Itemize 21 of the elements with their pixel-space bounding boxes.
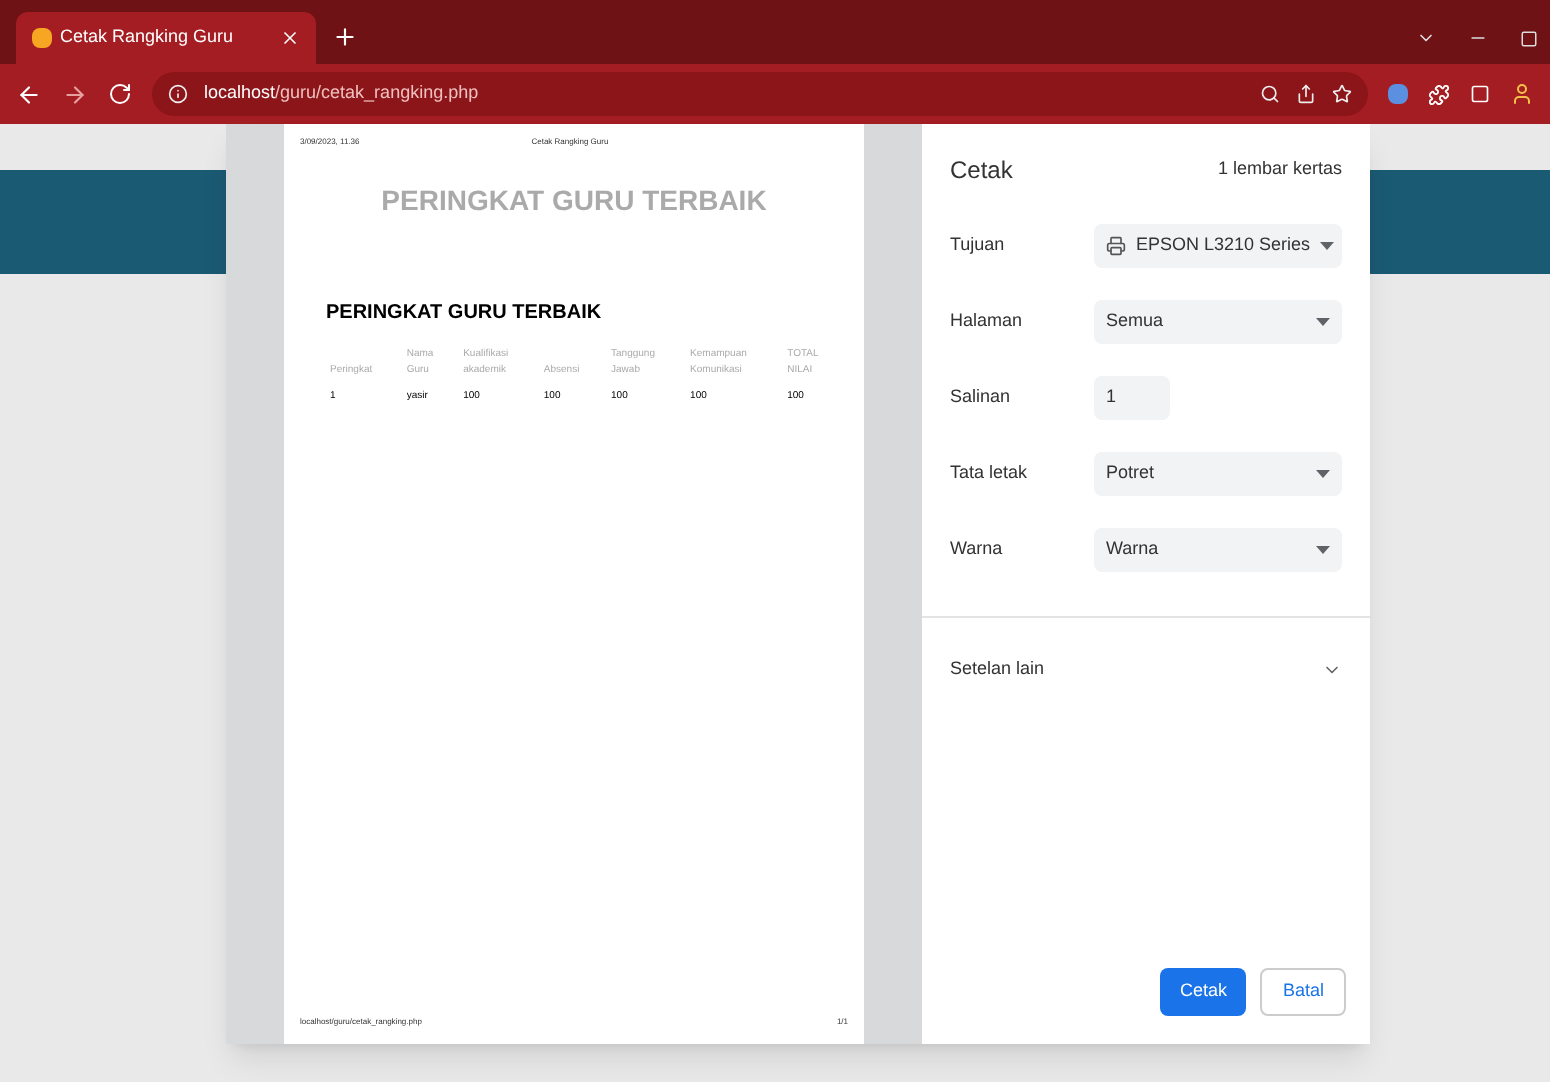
browser-tab[interactable]: Cetak Rangking Guru [16,12,316,64]
setting-label: Tujuan [950,232,1007,259]
address-bar[interactable]: localhost/guru/cetak_rangking.php [152,72,1368,116]
copies-field[interactable]: 1 [1094,376,1170,420]
setting-dropdown[interactable]: EPSON L3210 Series [1094,224,1342,268]
url-text: localhost/guru/cetak_rangking.php [204,80,479,107]
dialog-title: Cetak [950,154,1013,188]
setting-dropdown[interactable]: Semua [1094,300,1342,344]
table-heading: PERINGKAT GURU TERBAIK [326,300,604,328]
tab-title: Cetak Rangking Guru [60,24,236,51]
setting-label: Tata letak [950,460,1030,487]
print-button[interactable]: Cetak [1159,968,1247,1016]
setting-label: Halaman [950,308,1025,335]
cancel-button[interactable]: Batal [1260,968,1346,1016]
more-settings-row[interactable]: Setelan lain [922,618,1370,722]
setting-label: Salinan [950,384,1013,411]
sheet-count: 1 lembar kertas [1217,156,1342,183]
setting-label: Warna [950,536,1005,563]
setting-dropdown[interactable]: Potret [1094,452,1342,496]
setting-dropdown[interactable]: Warna [1094,528,1342,572]
page-heading: PERINGKAT GURU TERBAIK [379,182,769,220]
